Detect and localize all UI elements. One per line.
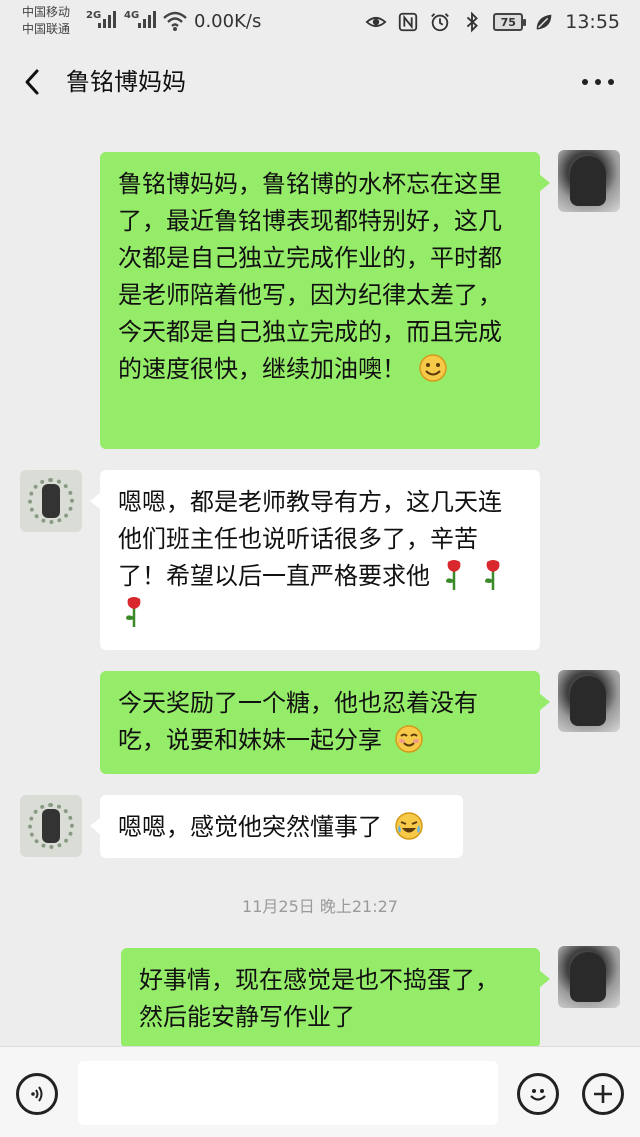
status-icons: 75 13:55 xyxy=(365,8,620,36)
plus-icon xyxy=(594,1085,612,1103)
message-text: 鲁铭博妈妈，鲁铭博的水杯忘在这里了，最近鲁铭博表现都特别好，这几次都是自己独立完… xyxy=(118,170,502,383)
chat-header: 鲁铭博妈妈 xyxy=(0,44,640,120)
wifi-icon xyxy=(163,11,187,31)
shy-smile-emoji xyxy=(394,725,423,753)
signal-icon: 4G xyxy=(124,10,156,28)
chat-title: 鲁铭博妈妈 xyxy=(66,68,186,96)
leaf-icon xyxy=(536,14,552,30)
message-bubble[interactable]: 嗯嗯，感觉他突然懂事了 xyxy=(90,795,463,858)
message-bubble[interactable]: 鲁铭博妈妈，鲁铭博的水杯忘在这里了，最近鲁铭博表现都特别好，这几次都是自己独立完… xyxy=(100,152,550,449)
clock: 13:55 xyxy=(565,11,620,33)
emoji-icon xyxy=(530,1089,546,1101)
message-text: 嗯嗯，感觉他突然懂事了 xyxy=(118,813,382,841)
contact-avatar[interactable] xyxy=(20,470,82,532)
more-dot-icon xyxy=(582,79,588,85)
carrier-labels: 中国移动 中国联通 xyxy=(22,4,70,38)
voice-icon xyxy=(31,1086,43,1102)
signal-icon: 2G xyxy=(86,10,116,28)
message-bubble[interactable]: 今天奖励了一个糖，他也忍着没有吃，说要和妹妹一起分享 xyxy=(100,671,550,774)
nfc-icon xyxy=(399,12,418,32)
chat-timestamp: 11月25日 晚上21:27 xyxy=(242,897,398,916)
net-speed: 0.00K/s xyxy=(194,11,262,32)
back-button[interactable] xyxy=(14,64,50,100)
message-text: 今天奖励了一个糖，他也忍着没有吃，说要和妹妹一起分享 xyxy=(118,689,478,754)
message-bubble[interactable]: 好事情，现在感觉是也不捣蛋了，然后能安静写作业了 xyxy=(121,948,550,1048)
chat-screen: 中国移动 中国联通 2G 4G 0.00K/s 75 13:55 鲁铭博妈妈 鲁… xyxy=(0,0,640,1137)
voice-input-button[interactable] xyxy=(16,1073,58,1115)
carrier-2-label: 中国联通 xyxy=(22,22,71,36)
message-input[interactable] xyxy=(78,1061,498,1125)
more-functions-button[interactable] xyxy=(582,1073,624,1115)
my-avatar[interactable] xyxy=(558,670,620,732)
rose-emoji xyxy=(445,560,461,590)
input-bar xyxy=(0,1046,640,1137)
smile-emoji xyxy=(418,354,447,382)
message-bubble[interactable]: 嗯嗯，都是老师教导有方，这几天连他们班主任也说听话很多了，辛苦了！希望以后一直严… xyxy=(90,470,540,650)
alarm-icon xyxy=(431,13,450,32)
rose-emoji xyxy=(485,560,500,590)
emoji-button[interactable] xyxy=(517,1073,559,1115)
carrier-1-label: 中国移动 xyxy=(22,5,71,19)
rose-emoji xyxy=(126,597,141,627)
tearful-laugh-emoji xyxy=(394,812,423,840)
my-avatar[interactable] xyxy=(558,946,620,1008)
eye-icon xyxy=(365,16,387,28)
network-type-1: 2G xyxy=(86,10,102,21)
status-bar: 中国移动 中国联通 2G 4G 0.00K/s 75 13:55 xyxy=(0,0,640,44)
network-type-2: 4G xyxy=(124,10,140,21)
more-dot-icon xyxy=(595,79,601,85)
bluetooth-icon xyxy=(467,11,479,33)
my-avatar[interactable] xyxy=(558,150,620,212)
more-dot-icon xyxy=(608,79,614,85)
contact-avatar[interactable] xyxy=(20,795,82,857)
battery-icon: 75 xyxy=(493,13,527,31)
message-text: 好事情，现在感觉是也不捣蛋了，然后能安静写作业了 xyxy=(139,966,499,1031)
chevron-left-icon xyxy=(25,69,39,95)
more-options-button[interactable] xyxy=(582,70,614,94)
